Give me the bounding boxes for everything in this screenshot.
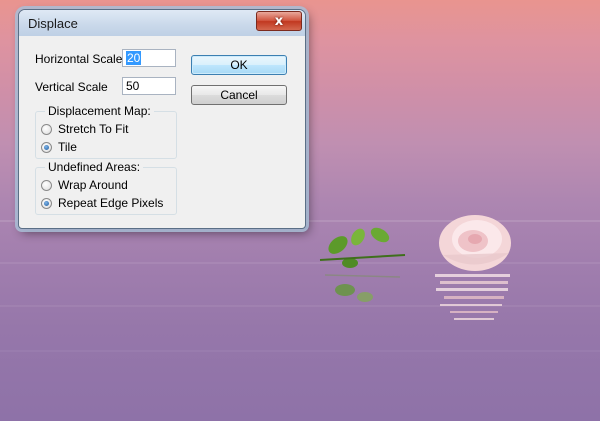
radio-unchecked-icon[interactable] bbox=[41, 179, 52, 191]
displacement-map-group: Displacement Map: Stretch To Fit Tile bbox=[35, 104, 177, 159]
repeat-edge-pixels-label: Repeat Edge Pixels bbox=[58, 196, 164, 210]
horizontal-scale-value: 20 bbox=[126, 51, 142, 65]
radio-unchecked-icon[interactable] bbox=[41, 123, 52, 135]
cancel-button[interactable]: Cancel bbox=[191, 85, 287, 105]
dialog-title: Displace bbox=[28, 16, 78, 31]
undefined-areas-title: Undefined Areas: bbox=[45, 160, 144, 174]
radio-wrap-around[interactable]: Wrap Around bbox=[41, 177, 128, 193]
rose-flower-image bbox=[439, 215, 511, 271]
tile-label: Tile bbox=[58, 140, 77, 154]
close-icon: x bbox=[274, 13, 284, 29]
rose-image bbox=[290, 200, 530, 330]
vertical-scale-label: Vertical Scale bbox=[35, 80, 108, 94]
leaves-image bbox=[319, 227, 406, 302]
radio-repeat-edge-pixels[interactable]: Repeat Edge Pixels bbox=[41, 195, 163, 211]
horizontal-scale-input[interactable]: 20 bbox=[122, 49, 176, 67]
undefined-areas-group: Undefined Areas: Wrap Around Repeat Edge… bbox=[35, 160, 177, 215]
radio-checked-icon[interactable] bbox=[41, 197, 52, 209]
ok-button[interactable]: OK bbox=[191, 55, 287, 75]
displacement-map-title: Displacement Map: bbox=[45, 104, 154, 118]
radio-stretch-to-fit[interactable]: Stretch To Fit bbox=[41, 121, 128, 137]
close-button[interactable]: x bbox=[256, 11, 302, 31]
radio-tile[interactable]: Tile bbox=[41, 139, 77, 155]
stretch-to-fit-label: Stretch To Fit bbox=[58, 122, 129, 136]
horizontal-scale-label: Horizontal Scale bbox=[35, 52, 123, 66]
rose-reflection-image bbox=[435, 274, 510, 320]
title-bar[interactable]: Displace x bbox=[19, 10, 305, 36]
wrap-around-label: Wrap Around bbox=[58, 178, 128, 192]
displace-dialog: Displace x Horizontal Scale 20 Vertical … bbox=[18, 9, 306, 229]
radio-checked-icon[interactable] bbox=[41, 141, 52, 153]
vertical-scale-input[interactable]: 50 bbox=[122, 77, 176, 95]
dialog-body: Horizontal Scale 20 Vertical Scale 50 OK… bbox=[23, 37, 301, 223]
water-streak bbox=[0, 350, 600, 352]
